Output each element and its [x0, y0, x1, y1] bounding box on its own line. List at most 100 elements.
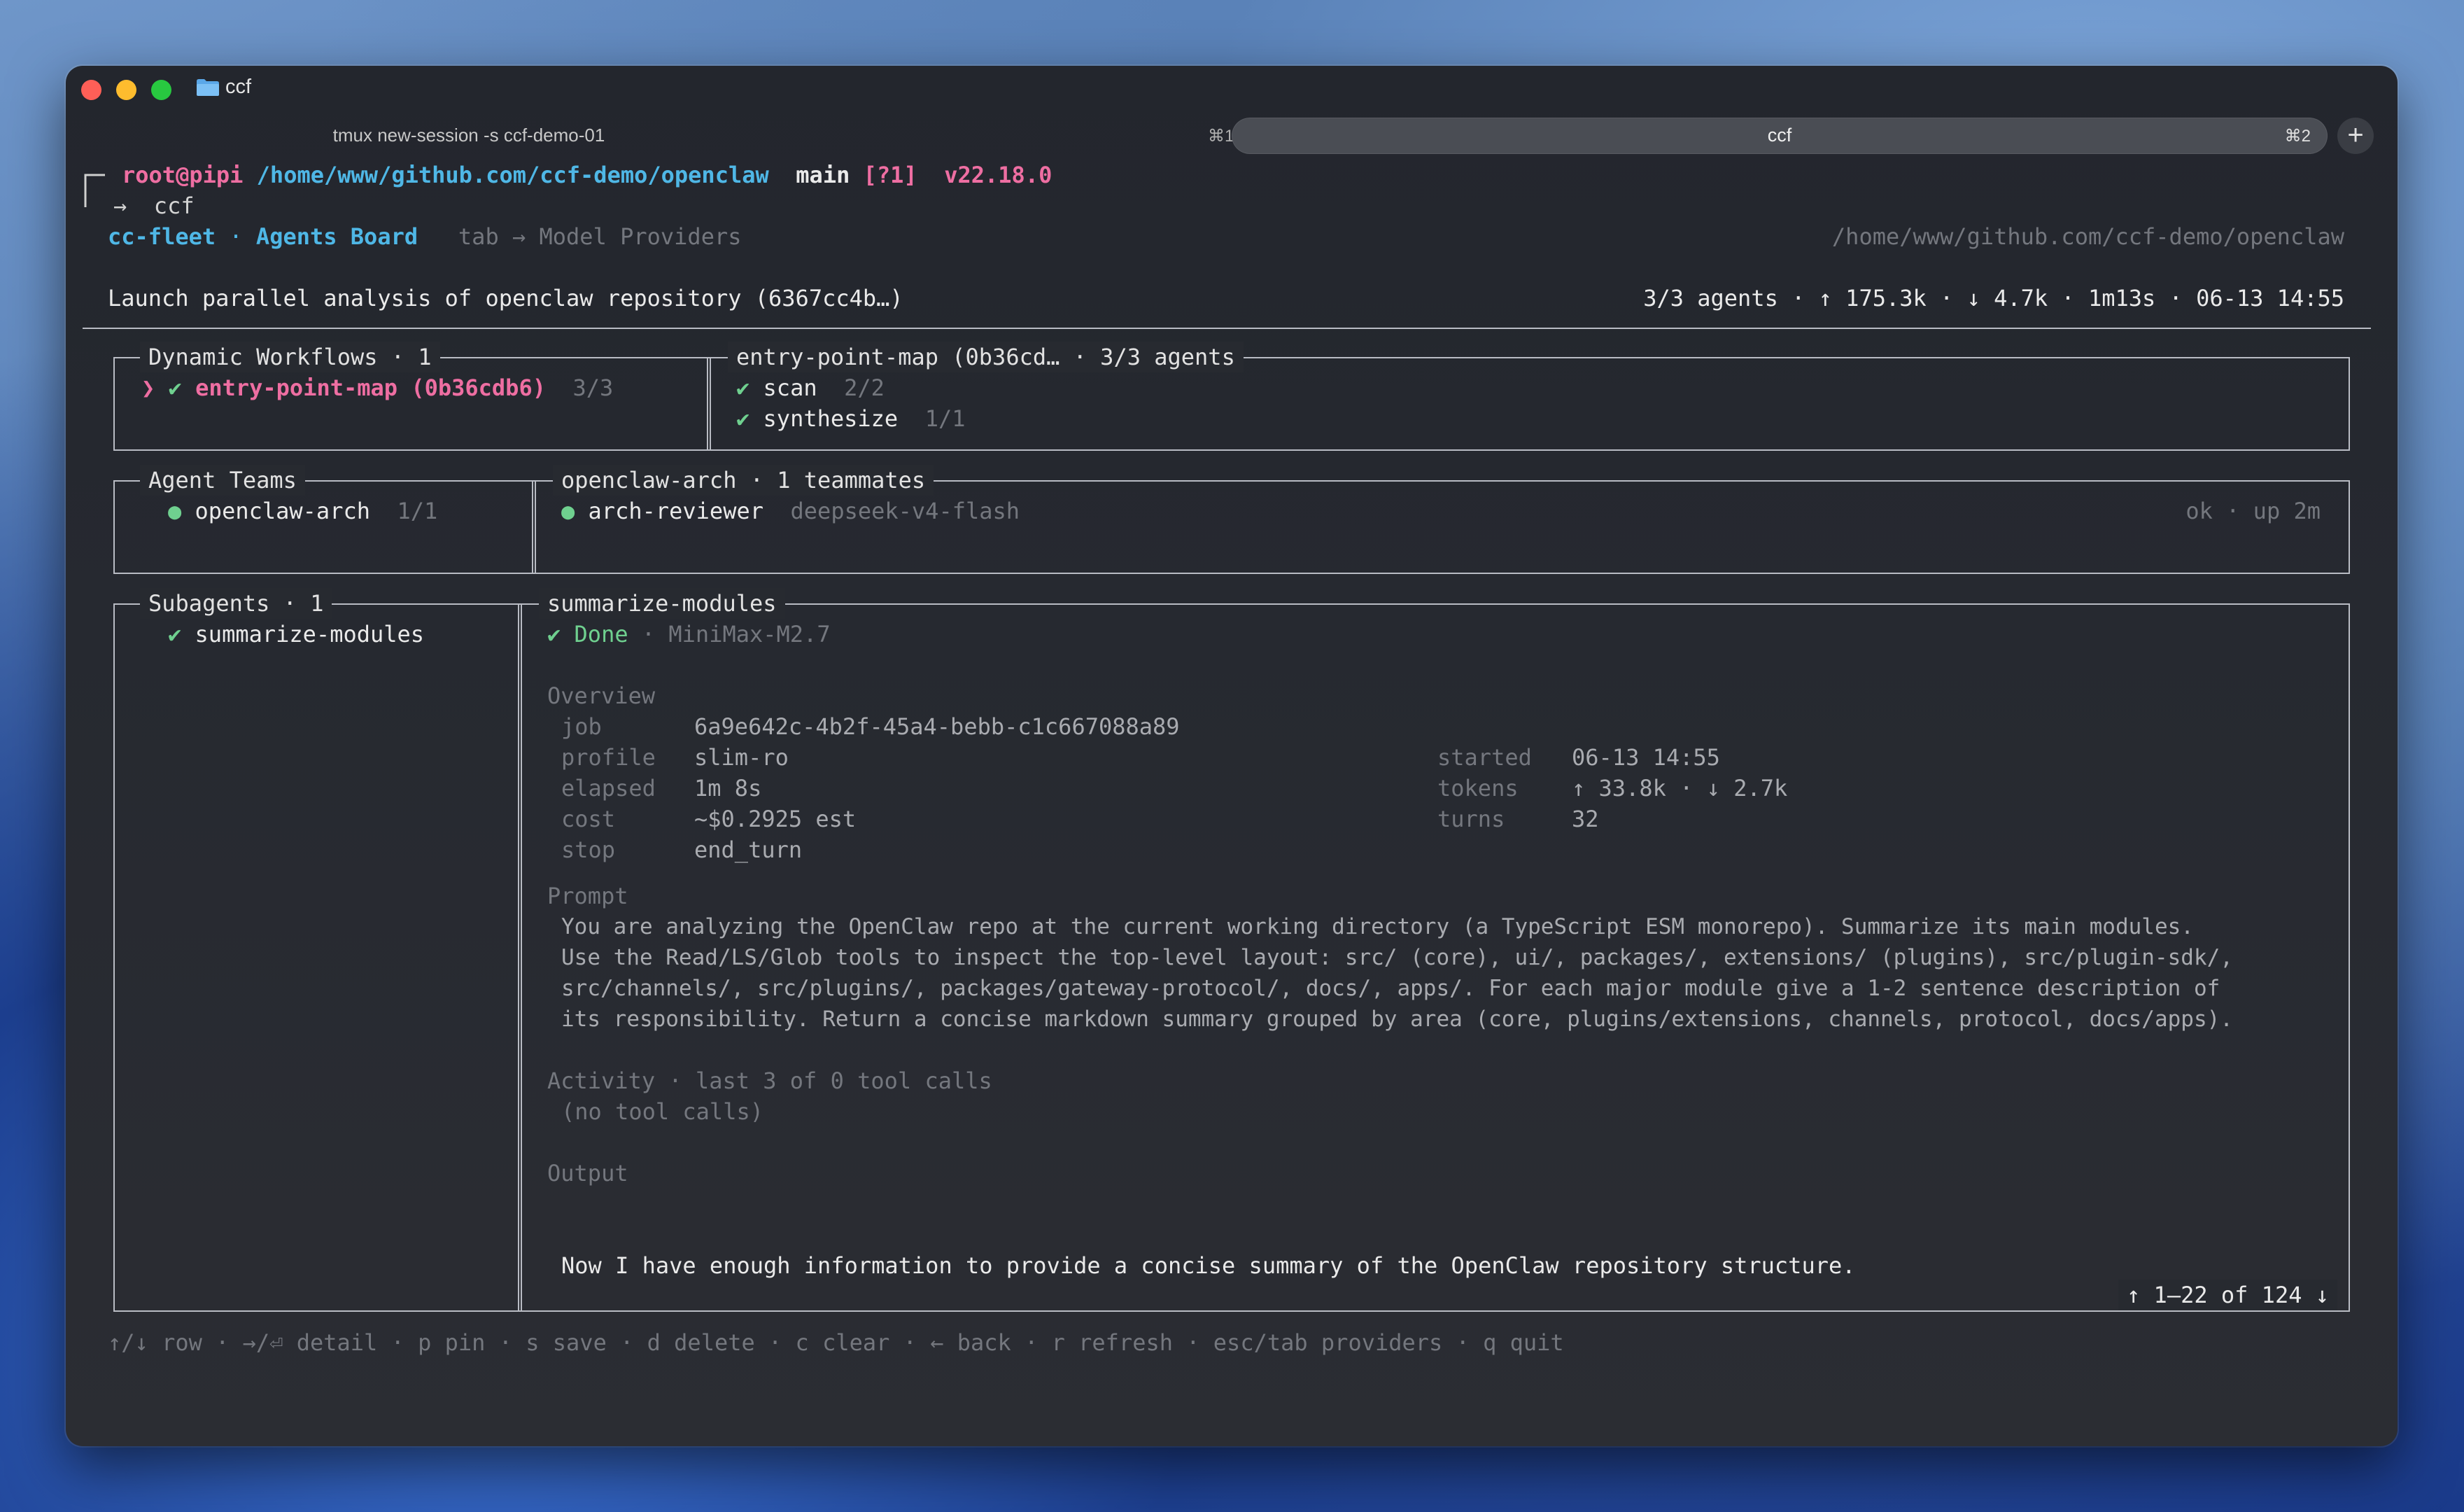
step-count: 1/1 [924, 405, 966, 432]
team-item[interactable]: ● openclaw-arch 1/1 [168, 496, 437, 526]
check-icon: ✔ [547, 621, 561, 648]
member-model: deepseek-v4-flash [790, 498, 1020, 524]
subagents-title: Subagents · 1 [140, 588, 332, 619]
prompt-path: /home/www/github.com/ccf-demo/openclaw [256, 162, 769, 188]
teams-title: Agent Teams [140, 465, 305, 496]
check-icon: ✔ [168, 374, 182, 401]
scroll-indicator[interactable]: ↑ 1–22 of 124 ↓ [2118, 1280, 2337, 1310]
terminal-window: ccf tmux new-session -s ccf-demo-01 ⌘1 c… [66, 66, 2398, 1446]
ov-key: tokens [1437, 775, 1519, 802]
run-stats: 3/3 agents · ↑ 175.3k · ↓ 4.7k · 1m13s ·… [1643, 285, 2344, 312]
status-sep: · [641, 621, 656, 648]
ov-value: slim-ro [694, 744, 789, 771]
view-title: Agents Board [255, 223, 418, 250]
ov-key: elapsed [561, 775, 656, 802]
workflow-detail-panel: entry-point-map (0b36cd… · 3/3 agents ✔ … [707, 342, 2350, 451]
check-icon: ✔ [736, 405, 750, 432]
terminal-content[interactable]: root@pipi /home/www/github.com/ccf-demo/… [66, 157, 2398, 1446]
header-sep: · [229, 223, 243, 250]
ov-value: 6a9e642c-4b2f-45a4-bebb-c1c667088a89 [694, 713, 1180, 740]
shell-command-line: → ccf [113, 190, 195, 221]
prompt-text-line: You are analyzing the OpenClaw repo at t… [561, 914, 2194, 939]
ov-value: ~$0.2925 est [694, 806, 857, 832]
app-header: cc-fleet · Agents Board tab → Model Prov… [108, 221, 741, 252]
ov-key: turns [1437, 806, 1505, 832]
prompt-text-line: its responsibility. Return a concise mar… [561, 1007, 2233, 1032]
teams-list-panel: Agent Teams ● openclaw-arch 1/1 [113, 465, 536, 574]
workflow-item-selected[interactable]: ❯ ✔ entry-point-map (0b36cdb6) 3/3 [141, 372, 613, 403]
prompt-git-status: [?1] [863, 162, 917, 188]
subagent-detail-title: summarize-modules [539, 588, 785, 619]
step-name: synthesize [763, 405, 899, 432]
folder-icon [197, 79, 219, 96]
team-detail-panel: openclaw-arch · 1 teammates ● arch-revie… [532, 465, 2350, 574]
member-name: arch-reviewer [588, 498, 763, 524]
output-text: Now I have enough information to provide… [561, 1252, 1856, 1279]
subagent-detail-panel[interactable]: summarize-modules ✔ Done · MiniMax-M2.7 … [518, 588, 2350, 1312]
workflows-list-panel: Dynamic Workflows · 1 ❯ ✔ entry-point-ma… [113, 342, 711, 451]
status-dot-icon: ● [168, 498, 182, 524]
ov-value: 06-13 14:55 [1572, 744, 1720, 771]
ov-value: 1m 8s [694, 775, 762, 802]
keybinding-hints: ↑/↓ row · →/⏎ detail · p pin · s save · … [108, 1329, 1564, 1356]
prompt-bracket-icon [84, 174, 105, 207]
ov-key: started [1437, 744, 1532, 771]
ov-key: profile [561, 744, 656, 771]
prompt-branch: main [796, 162, 850, 188]
tab-shortcut: ⌘2 [2284, 127, 2311, 146]
title-bar: ccf [66, 66, 2398, 113]
ov-key: job [561, 713, 602, 740]
activity-label: Activity · last 3 of 0 tool calls [547, 1068, 992, 1094]
tab-label: tmux new-session -s ccf-demo-01 [332, 125, 605, 146]
cursor-icon: ❯ [141, 374, 155, 401]
window-title: ccf [225, 76, 252, 98]
step-name: scan [763, 374, 817, 401]
ov-key: cost [561, 806, 616, 832]
task-title: Launch parallel analysis of openclaw rep… [108, 285, 903, 312]
overview-label: Overview [547, 682, 656, 709]
prompt-text-line: src/channels/, src/plugins/, packages/ga… [561, 976, 2220, 1001]
prompt-label: Prompt [547, 883, 628, 909]
team-member[interactable]: ● arch-reviewer deepseek-v4-flash [561, 496, 1020, 526]
ov-key: stop [561, 836, 616, 863]
subagent-name: summarize-modules [195, 621, 425, 648]
workflow-step-scan[interactable]: ✔ scan 2/2 [736, 372, 885, 403]
status-label: Done [574, 621, 628, 648]
workflows-title: Dynamic Workflows · 1 [140, 342, 440, 372]
ov-value: end_turn [694, 836, 803, 863]
prompt-text-line: Use the Read/LS/Glob tools to inspect th… [561, 945, 2233, 970]
minimize-window-button[interactable] [116, 80, 136, 100]
new-tab-button[interactable]: + [2337, 118, 2374, 154]
tab-bar: tmux new-session -s ccf-demo-01 ⌘1 ccf ⌘… [66, 116, 2398, 157]
tab-label: ccf [1767, 125, 1792, 146]
step-count: 2/2 [844, 374, 885, 401]
subagent-status: ✔ Done · MiniMax-M2.7 [547, 619, 831, 650]
cwd-path: /home/www/github.com/ccf-demo/openclaw [1831, 223, 2344, 250]
ov-value: ↑ 33.8k · ↓ 2.7k [1572, 775, 1788, 802]
close-window-button[interactable] [81, 80, 101, 100]
tab-tmux-session[interactable]: tmux new-session -s ccf-demo-01 ⌘1 [84, 119, 1274, 154]
prompt-user: root@pipi [122, 162, 244, 188]
workflow-step-synthesize[interactable]: ✔ synthesize 1/1 [736, 403, 966, 434]
status-model: MiniMax-M2.7 [668, 621, 831, 648]
shell-prompt: root@pipi /home/www/github.com/ccf-demo/… [122, 160, 1052, 190]
subagent-item[interactable]: ✔ summarize-modules [168, 619, 424, 650]
ov-value: 32 [1572, 806, 1599, 832]
output-label: Output [547, 1160, 628, 1186]
status-dot-icon: ● [561, 498, 575, 524]
tab-ccf[interactable]: ccf ⌘2 [1232, 118, 2328, 154]
app-name: cc-fleet [108, 223, 216, 250]
subagents-list-panel: Subagents · 1 ✔ summarize-modules [113, 588, 522, 1312]
workflow-count: 3/3 [572, 374, 614, 401]
check-icon: ✔ [736, 374, 750, 401]
member-status: ok · up 2m [2185, 498, 2321, 524]
zoom-window-button[interactable] [151, 80, 171, 100]
header-divider [83, 328, 2371, 329]
check-icon: ✔ [168, 621, 182, 648]
prompt-arrow-icon: → [113, 192, 127, 219]
team-name: openclaw-arch [195, 498, 370, 524]
view-hint: tab → Model Providers [458, 223, 742, 250]
tab-shortcut: ⌘1 [1208, 127, 1234, 146]
workflow-detail-title: entry-point-map (0b36cd… · 3/3 agents [728, 342, 1244, 372]
workflow-name: entry-point-map (0b36cdb6) [195, 374, 546, 401]
